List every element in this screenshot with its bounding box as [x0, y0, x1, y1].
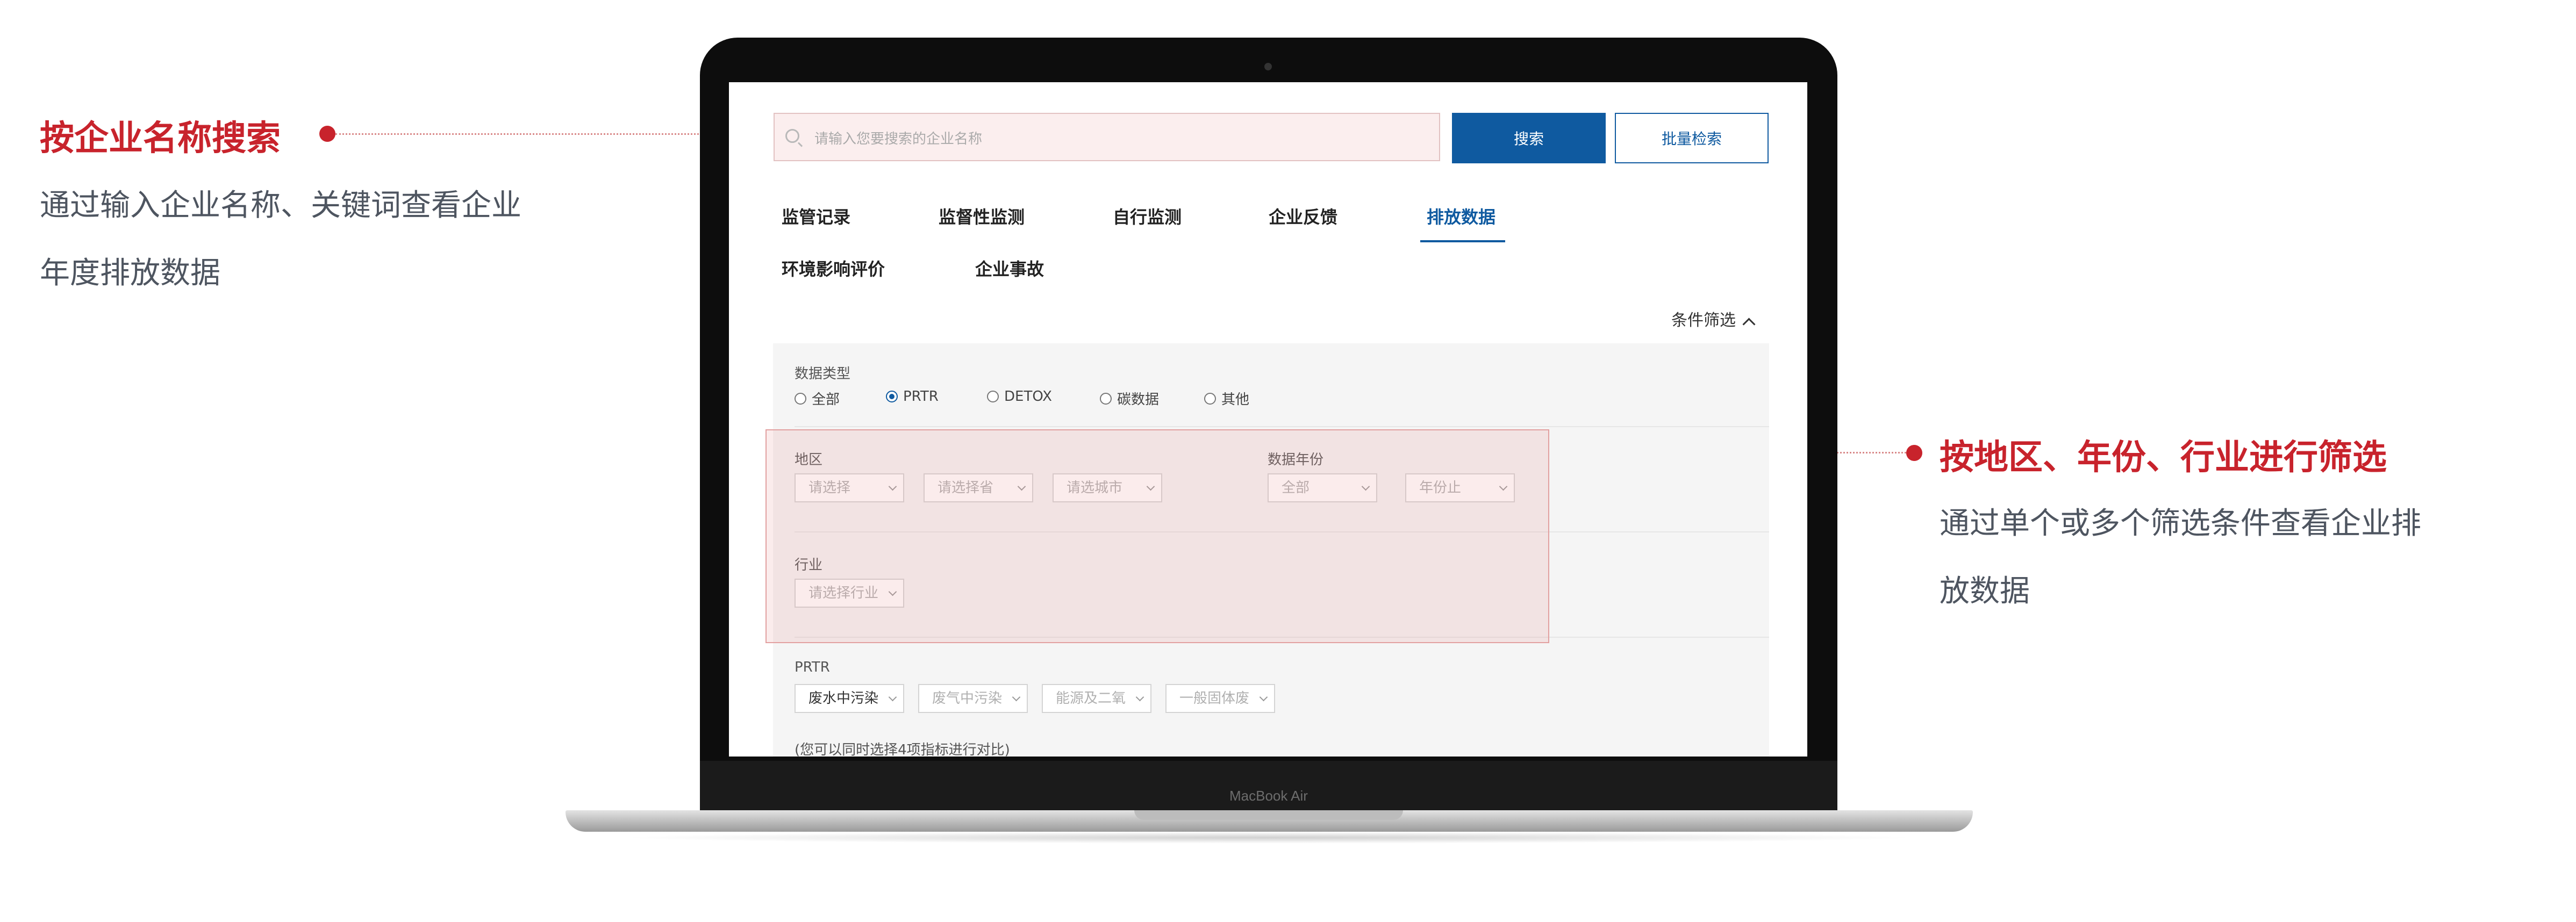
select-value: 能源及二氧	[1056, 690, 1126, 707]
comparison-note: (您可以同时选择4项指标进行对比)	[795, 742, 1010, 757]
chevron-up-icon	[1742, 318, 1756, 331]
radio-circle-icon	[987, 391, 999, 402]
chevron-down-icon	[1012, 693, 1021, 702]
prtr-label: PRTR	[795, 659, 830, 675]
divider	[795, 426, 1769, 427]
annotation-desc-line: 通过输入企业名称、关键词查看企业	[40, 188, 521, 223]
radio-all[interactable]: 全部	[795, 388, 840, 408]
filter-highlight-overlay	[765, 429, 1549, 643]
annotation-desc-search: 通过输入企业名称、关键词查看企业 年度排放数据	[40, 172, 521, 307]
annotation-dot-left	[319, 126, 335, 142]
annotation-desc-line: 放数据	[1940, 574, 2030, 609]
tab-enterprise-accidents[interactable]: 企业事故	[975, 256, 1044, 280]
tab-self-monitoring[interactable]: 自行监测	[1113, 204, 1182, 228]
tab-supervisory-monitoring[interactable]: 监督性监测	[939, 204, 1025, 228]
model-label: MacBook Air	[1229, 788, 1308, 804]
laptop-screen: 请输入您要搜索的企业名称 搜索 批量检索 监管记录 监督性监测 自行监测 企业反…	[729, 82, 1807, 757]
tab-enterprise-feedback[interactable]: 企业反馈	[1269, 204, 1337, 228]
annotation-desc-filter: 通过单个或多个筛选条件查看企业排 放数据	[1940, 490, 2421, 625]
radio-label: DETOX	[1004, 388, 1052, 405]
radio-circle-icon	[795, 392, 806, 405]
wastewater-pollutant-select[interactable]: 废水中污染	[795, 684, 904, 713]
batch-search-button[interactable]: 批量检索	[1615, 113, 1769, 163]
data-type-label: 数据类型	[795, 366, 851, 382]
filter-toggle[interactable]: 条件筛选	[1671, 307, 1756, 331]
search-button[interactable]: 搜索	[1452, 113, 1606, 163]
radio-circle-icon	[1100, 392, 1112, 405]
tab-emission-data[interactable]: 排放数据	[1427, 204, 1495, 228]
chevron-down-icon	[1259, 693, 1268, 702]
energy-co2-select[interactable]: 能源及二氧	[1042, 684, 1151, 713]
camera-icon	[1264, 63, 1272, 70]
radio-label: 碳数据	[1117, 392, 1160, 408]
solid-waste-select[interactable]: 一般固体废	[1165, 684, 1275, 713]
exhaust-gas-pollutant-select[interactable]: 废气中污染	[918, 684, 1028, 713]
search-input[interactable]: 请输入您要搜索的企业名称	[774, 113, 1440, 161]
radio-carbon[interactable]: 碳数据	[1100, 388, 1159, 408]
annotation-title-filter: 按地区、年份、行业进行筛选	[1940, 438, 2387, 478]
radio-detox[interactable]: DETOX	[987, 388, 1052, 405]
active-tab-underline	[1420, 240, 1505, 242]
annotation-desc-line: 通过单个或多个筛选条件查看企业排	[1940, 506, 2421, 541]
radio-label: 全部	[812, 392, 840, 408]
laptop-shadow	[618, 832, 1919, 844]
select-value: 一般固体废	[1179, 690, 1250, 707]
radio-other[interactable]: 其他	[1204, 388, 1249, 408]
radio-label: 其他	[1221, 392, 1250, 408]
radio-prtr[interactable]: PRTR	[886, 388, 939, 405]
annotation-dot-right	[1906, 445, 1922, 461]
select-value: 废气中污染	[932, 690, 1003, 707]
tab-supervision-records[interactable]: 监管记录	[782, 204, 850, 228]
select-value: 废水中污染	[808, 690, 879, 707]
laptop-notch	[1134, 810, 1403, 820]
radio-label: PRTR	[903, 388, 939, 405]
annotation-title-search: 按企业名称搜索	[40, 119, 281, 159]
radio-circle-icon	[1204, 392, 1216, 405]
annotation-desc-line: 年度排放数据	[40, 256, 220, 291]
radio-circle-selected-icon	[886, 391, 898, 402]
search-icon	[785, 129, 799, 143]
tab-environmental-impact[interactable]: 环境影响评价	[782, 256, 885, 280]
search-placeholder: 请输入您要搜索的企业名称	[814, 131, 983, 147]
filter-toggle-label: 条件筛选	[1671, 311, 1736, 330]
chevron-down-icon	[888, 693, 897, 702]
chevron-down-icon	[1135, 693, 1144, 702]
